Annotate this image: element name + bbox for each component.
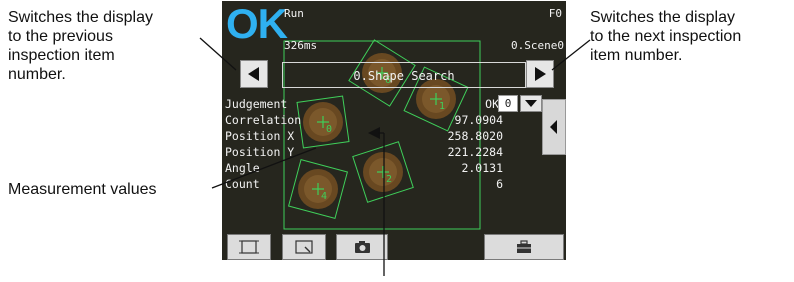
- leader-next: [551, 39, 591, 71]
- leader-lines: [199, 37, 591, 276]
- leader-measure: [211, 147, 317, 189]
- leader-prev: [199, 37, 237, 71]
